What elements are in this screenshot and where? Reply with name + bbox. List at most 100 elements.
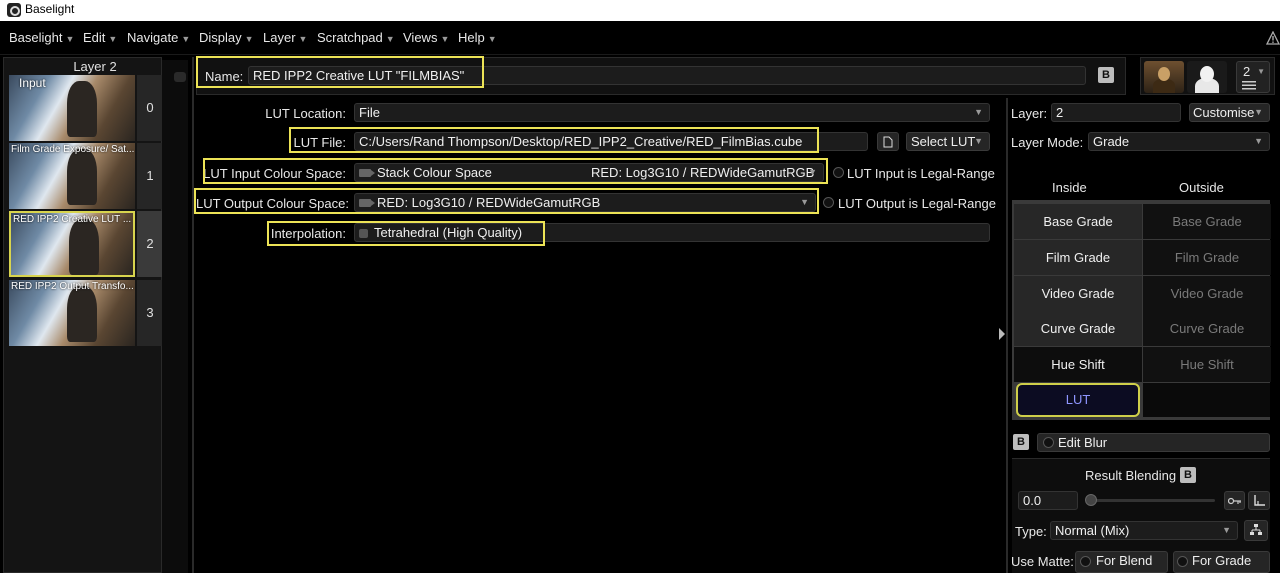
layer-row-3[interactable]: RED IPP2 Output Transfo... 3 [6,280,163,346]
type-label: Type: [1015,524,1047,539]
type-dropdown[interactable]: Normal (Mix) ▼ [1050,521,1238,540]
output-colour-space-dropdown[interactable]: RED: Log3G10 / REDWideGamutRGB ▼ [354,193,816,212]
layer-mode-label: Layer Mode: [1011,135,1084,150]
expand-arrow-icon[interactable] [999,328,1005,340]
edit-blur-toggle[interactable] [1043,437,1054,448]
menu-navigate[interactable]: Navigate ▼ [127,30,190,45]
inside-base-grade[interactable]: Base Grade [1014,204,1142,239]
list-icon [1242,81,1256,90]
output-legal-range-label: LUT Output is Legal-Range [838,196,997,211]
outside-base-grade[interactable]: Base Grade [1143,204,1271,239]
type-value: Normal (Mix) [1055,523,1130,538]
scroll-thumb[interactable] [174,72,186,82]
for-grade-toggle[interactable] [1177,556,1188,567]
input-colour-space-label: LUT Input Colour Space: [203,166,346,181]
blend-value-field[interactable]: 0.0 [1018,491,1078,510]
inside-curve-grade[interactable]: Curve Grade [1014,311,1142,346]
lut-location-label: LUT Location: [265,106,346,121]
blend-slider-handle[interactable] [1085,494,1097,506]
hierarchy-icon [1250,524,1262,535]
customise-dropdown[interactable]: Customise ▼ [1189,103,1270,122]
menu-display[interactable]: Display ▼ [199,30,254,45]
output-colour-space-value: RED: Log3G10 / REDWideGamutRGB [377,195,601,210]
outside-header: Outside [1179,180,1224,195]
layer-label: RED IPP2 Output Transfo... [11,281,134,292]
layer-count: 2 [1243,64,1251,79]
inside-film-grade[interactable]: Film Grade [1014,240,1142,275]
outside-video-grade[interactable]: Video Grade [1143,276,1271,311]
layer-row-0[interactable]: Input 0 [6,75,163,141]
output-legal-range-toggle[interactable] [823,197,834,208]
key-icon [1227,497,1241,505]
select-lut-dropdown[interactable]: Select LUT ▼ [906,132,990,151]
outside-curve-grade[interactable]: Curve Grade [1143,311,1271,346]
layer-row-2[interactable]: RED IPP2 Creative LUT ... 2 [6,211,163,277]
layer-scrollbar[interactable] [162,60,188,573]
hierarchy-button[interactable] [1244,520,1268,541]
file-browse-button[interactable] [877,132,899,151]
panel-divider [192,57,194,573]
customise-label: Customise [1193,105,1255,120]
layer-label: Input [19,76,46,90]
interpolation-value: Tetrahedral (High Quality) [374,225,523,240]
layer-field-label: Layer: [1011,106,1048,121]
warning-icon[interactable] [1266,31,1280,45]
input-colour-space-dropdown[interactable]: Stack Colour Space RED: Log3G10 / REDWid… [354,163,824,182]
curve-button[interactable] [1248,491,1270,510]
menu-layer[interactable]: Layer ▼ [263,30,307,45]
name-field[interactable]: RED IPP2 Creative LUT "FILMBIAS" [248,66,1086,85]
outside-film-grade[interactable]: Film Grade [1143,240,1271,275]
menu-edit[interactable]: Edit ▼ [83,30,117,45]
layer-thumbnail[interactable]: RED IPP2 Creative LUT ... [9,211,135,277]
panel-divider [1006,98,1008,573]
layer-row-1[interactable]: Film Grade Exposure/ Sat... 1 [6,143,163,209]
edit-blur-button[interactable]: Edit Blur [1037,433,1270,452]
layer-label: Film Grade Exposure/ Sat... [11,144,135,155]
input-legal-range-toggle[interactable] [833,167,844,178]
lut-file-field[interactable]: C:/Users/Rand Thompson/Desktop/RED_IPP2_… [354,132,868,151]
blend-slider-track[interactable] [1087,499,1215,502]
inside-lut[interactable]: LUT [1016,383,1140,417]
app-icon [7,3,21,17]
outside-hue-shift[interactable]: Hue Shift [1143,347,1271,382]
outside-lut-slot[interactable] [1143,383,1270,417]
layer-thumbnail[interactable]: Film Grade Exposure/ Sat... [9,143,135,209]
result-blending-label: Result Blending [1085,468,1177,483]
menu-help[interactable]: Help ▼ [458,30,497,45]
interpolation-dropdown[interactable]: Tetrahedral (High Quality) [354,223,990,242]
layer-mode-value: Grade [1093,134,1130,149]
for-grade-label: For Grade [1192,553,1252,568]
layer-field[interactable]: 2 [1051,103,1181,122]
for-blend-label: For Blend [1096,553,1153,568]
interpolation-icon [359,229,368,238]
layer-mode-dropdown[interactable]: Grade ▼ [1088,132,1270,151]
portrait-thumbnail[interactable] [1144,61,1184,93]
title-bar: Baselight [0,0,1280,21]
interpolation-label: Interpolation: [270,226,346,241]
layer-number: 1 [137,143,163,209]
key-button[interactable] [1224,491,1245,510]
use-matte-label: Use Matte: [1011,554,1074,569]
name-label: Name: [205,69,244,84]
b-button[interactable]: B [1098,67,1114,83]
menu-baselight[interactable]: Baselight ▼ [9,30,74,45]
layer-number: 0 [137,75,163,141]
viewer-thumbnails: 2 ▼ [1140,57,1275,95]
b-button[interactable]: B [1180,467,1196,483]
menu-bar: Baselight ▼ Edit ▼ Navigate ▼ Display ▼ Laye… [0,21,1280,55]
layer-thumbnail[interactable]: RED IPP2 Output Transfo... [9,280,135,346]
output-colour-space-label: LUT Output Colour Space: [196,196,349,211]
for-blend-toggle[interactable] [1080,556,1091,567]
menu-views[interactable]: Views ▼ [403,30,449,45]
menu-scratchpad[interactable]: Scratchpad ▼ [317,30,395,45]
inside-hue-shift[interactable]: Hue Shift [1014,347,1142,382]
silhouette-thumbnail[interactable] [1187,61,1227,93]
input-colour-space-value: Stack Colour Space [377,165,492,180]
window-title: Baselight [25,2,75,16]
lut-location-dropdown[interactable]: File ▼ [354,103,990,122]
b-button[interactable]: B [1013,434,1029,450]
layer-count-button[interactable]: 2 ▼ [1236,61,1270,93]
layer-number: 3 [137,280,163,346]
inside-video-grade[interactable]: Video Grade [1014,276,1142,311]
layer-thumbnail[interactable]: Input [9,75,135,141]
